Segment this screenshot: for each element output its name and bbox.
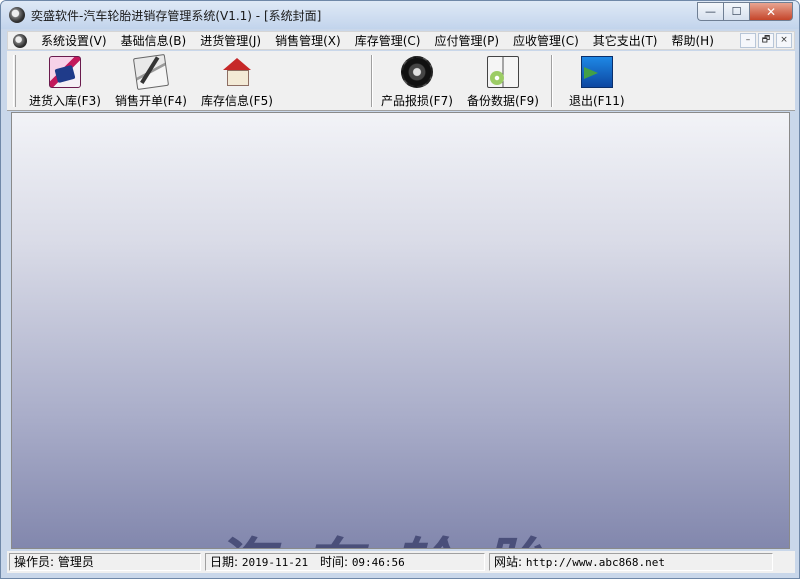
product-scrap-button[interactable]: 产品报损(F7)	[381, 53, 453, 109]
stock-in-icon	[48, 56, 81, 88]
inventory-button[interactable]: 库存信息(F5)	[201, 53, 273, 109]
menu-payables[interactable]: 应付管理(P)	[427, 33, 506, 49]
stock-in-button[interactable]: 进货入库(F3)	[29, 53, 101, 109]
mdi-close-button[interactable]: ×	[776, 33, 792, 48]
operator-label: 操作员:	[14, 555, 55, 569]
tire-scrap-icon	[400, 56, 433, 88]
menu-receivables[interactable]: 应收管理(C)	[506, 33, 586, 49]
mdi-minimize-button[interactable]: –	[740, 33, 756, 48]
backup-label: 备份数据(F9)	[467, 94, 539, 108]
title-bar[interactable]: 奕盛软件-汽车轮胎进销存管理系统(V1.1) - [系统封面] — ☐ ✕	[1, 1, 799, 29]
sales-order-label: 销售开单(F4)	[115, 94, 187, 108]
mdi-child-icon[interactable]	[13, 34, 27, 48]
status-bar: 操作员: 管理员 日期: 2019-11-21 时间: 09:46:56 网站:…	[7, 551, 795, 573]
website-label: 网站:	[494, 555, 523, 569]
inventory-label: 库存信息(F5)	[201, 94, 273, 108]
close-button[interactable]: ✕	[749, 2, 793, 21]
exit-label: 退出(F11)	[569, 94, 625, 108]
product-scrap-label: 产品报损(F7)	[381, 94, 453, 108]
menu-help[interactable]: 帮助(H)	[665, 33, 721, 49]
app-icon[interactable]	[9, 7, 25, 23]
sales-order-button[interactable]: 销售开单(F4)	[115, 53, 187, 109]
mdi-controls: – 🗗 ×	[738, 33, 792, 48]
main-window: 奕盛软件-汽车轮胎进销存管理系统(V1.1) - [系统封面] — ☐ ✕ 系统…	[0, 0, 800, 579]
date-value: 2019-11-21	[241, 556, 309, 569]
toolbar: 进货入库(F3) 销售开单(F4) 库存信息(F5) 产品报损(F7) 备份数据…	[7, 51, 795, 111]
menu-items: 系统设置(V) 基础信息(B) 进货管理(J) 销售管理(X) 库存管理(C) …	[34, 33, 721, 49]
website-value[interactable]: http://www.abc868.net	[526, 556, 665, 569]
maximize-button[interactable]: ☐	[723, 2, 749, 21]
date-label: 日期:	[210, 555, 239, 569]
time-label: 时间:	[319, 555, 348, 569]
backup-button[interactable]: 备份数据(F9)	[467, 53, 539, 109]
menu-inventory[interactable]: 库存管理(C)	[348, 33, 428, 49]
sales-order-icon	[132, 53, 170, 91]
window-controls: — ☐ ✕	[697, 2, 793, 22]
window-title: 奕盛软件-汽车轮胎进销存管理系统(V1.1) - [系统封面]	[31, 9, 322, 23]
time-value: 09:46:56	[351, 556, 405, 569]
toolbar-grip[interactable]	[13, 55, 16, 107]
menu-system-settings[interactable]: 系统设置(V)	[34, 33, 114, 49]
status-website-panel: 网站: http://www.abc868.net	[489, 553, 773, 571]
menu-sales[interactable]: 销售管理(X)	[268, 33, 348, 49]
operator-value: 管理员	[57, 555, 94, 569]
toolbar-separator	[551, 55, 553, 107]
inventory-icon	[221, 56, 253, 88]
status-datetime-panel: 日期: 2019-11-21 时间: 09:46:56	[205, 553, 485, 571]
menu-purchase[interactable]: 进货管理(J)	[193, 33, 268, 49]
menu-other-expenses[interactable]: 其它支出(T)	[586, 33, 665, 49]
stock-in-label: 进货入库(F3)	[29, 94, 101, 108]
minimize-button[interactable]: —	[697, 2, 723, 21]
exit-button[interactable]: 退出(F11)	[569, 53, 625, 109]
status-operator-panel: 操作员: 管理员	[9, 553, 201, 571]
toolbar-separator	[371, 55, 373, 107]
menu-basic-info[interactable]: 基础信息(B)	[114, 33, 194, 49]
cover-area: 汽车轮胎	[11, 112, 790, 549]
backup-icon	[486, 56, 519, 88]
menu-bar: 系统设置(V) 基础信息(B) 进货管理(J) 销售管理(X) 库存管理(C) …	[7, 31, 795, 50]
cover-banner-text: 汽车轮胎	[212, 518, 789, 548]
mdi-restore-button[interactable]: 🗗	[758, 33, 774, 48]
exit-icon	[580, 56, 613, 88]
